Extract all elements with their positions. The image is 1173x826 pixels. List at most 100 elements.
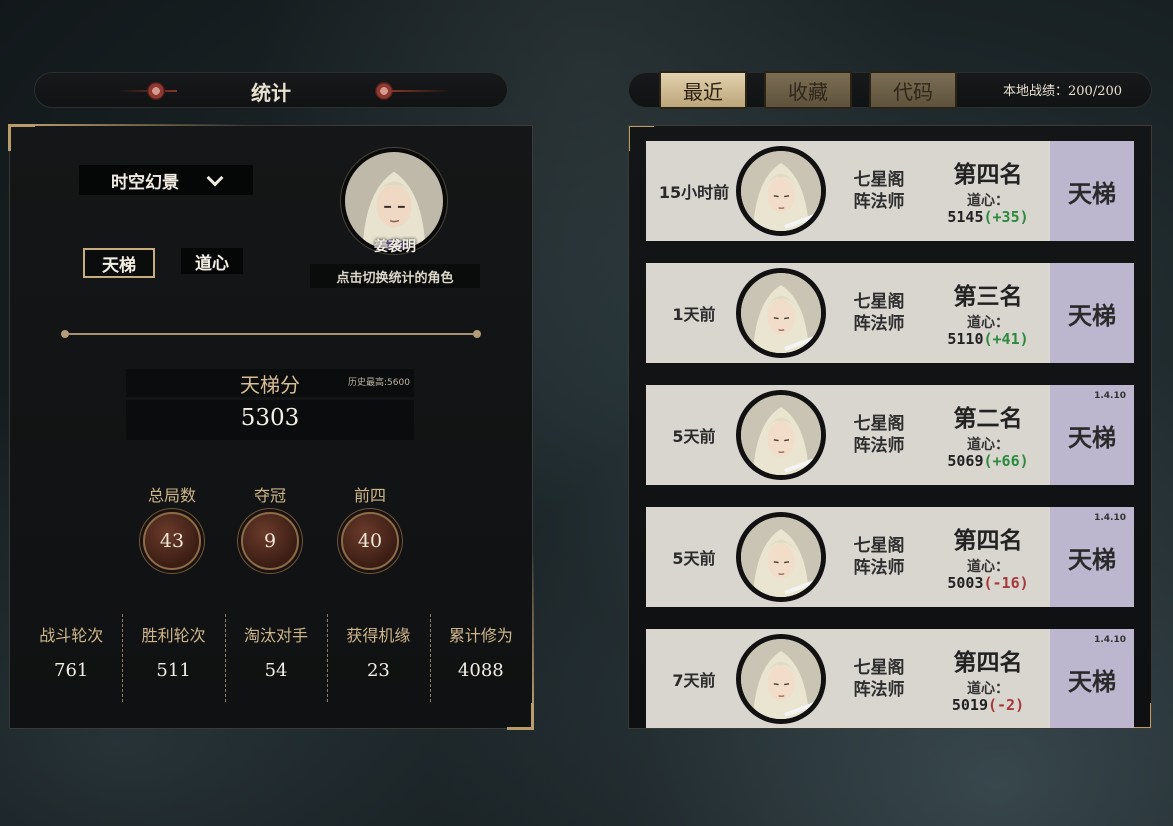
badge-label: 夺冠 <box>253 486 286 505</box>
sect-name: 七星阁 <box>853 292 905 312</box>
match-sect-role: 七星阁 阵法师 <box>844 291 914 335</box>
badge-label: 总局数 <box>147 486 196 505</box>
daoxin-delta: (+41) <box>983 330 1029 348</box>
character-portrait-icon <box>741 273 821 353</box>
mode-dropdown-value: 时空幻景 <box>111 172 179 193</box>
role-name: 阵法师 <box>853 436 905 456</box>
stat-label: 战斗轮次 <box>39 626 104 645</box>
sect-name: 七星阁 <box>853 414 905 434</box>
badge-value: 40 <box>341 512 399 570</box>
match-version: 1.4.10 <box>1094 513 1126 523</box>
total-games-badge: 总局数 43 <box>132 482 212 570</box>
stat-label: 获得机缘 <box>346 626 411 645</box>
role-name: 阵法师 <box>853 558 905 578</box>
match-sect-role: 七星阁 阵法师 <box>844 413 914 457</box>
match-card[interactable]: 15小时前 七星阁 阵法师 第四名 道心： 5145(+35) 天梯 <box>646 141 1134 241</box>
match-rank: 第三名 <box>953 284 1023 310</box>
role-name: 阵法师 <box>853 314 905 334</box>
match-avatar <box>736 634 826 724</box>
match-time: 15小时前 <box>658 183 730 202</box>
summary-stats: 战斗轮次 761 胜利轮次 511 淘汰对手 54 获得机缘 23 累计修为 4… <box>20 614 532 702</box>
match-card[interactable]: 1天前 七星阁 阵法师 第三名 道心： 5110(+41) 天梯 <box>646 263 1134 363</box>
mode-label: 天梯 <box>1068 301 1116 330</box>
divider <box>61 330 481 338</box>
daoxin-delta: (-2) <box>988 696 1025 714</box>
daoxin-value: 5069(+66) <box>938 452 1038 470</box>
daoxin-number: 5019 <box>951 696 988 714</box>
local-record: 本地战绩：200/200 <box>1003 84 1123 99</box>
match-time: 1天前 <box>672 305 716 324</box>
match-rank: 第四名 <box>953 162 1023 188</box>
daoxin-number: 5003 <box>947 574 984 592</box>
tab-recent[interactable]: 最近 <box>659 71 747 109</box>
match-sect-role: 七星阁 阵法师 <box>844 657 914 701</box>
character-portrait-icon <box>741 151 821 231</box>
stat-value: 511 <box>156 660 191 681</box>
stat-label: 胜利轮次 <box>141 626 206 645</box>
match-mode: 天梯 <box>1050 263 1134 363</box>
role-name: 阵法师 <box>853 680 905 700</box>
daoxin-delta: (+35) <box>983 208 1029 226</box>
daoxin-label: 道心： <box>967 193 1009 209</box>
match-version: 1.4.10 <box>1094 635 1126 645</box>
match-rank: 第二名 <box>953 406 1023 432</box>
match-avatar <box>736 512 826 602</box>
role-name: 阵法师 <box>853 192 905 212</box>
daoxin-label: 道心： <box>967 437 1009 453</box>
chevron-down-icon <box>206 169 224 186</box>
daoxin-delta: (-16) <box>983 574 1029 592</box>
ornament-line-right <box>391 90 451 92</box>
stat-win-rounds: 胜利轮次 511 <box>122 614 224 702</box>
historical-best: 历史最高:5600 <box>348 378 410 388</box>
daoxin-value: 5003(-16) <box>938 574 1038 592</box>
mode-label: 天梯 <box>1068 667 1116 696</box>
stat-opportunities: 获得机缘 23 <box>327 614 429 702</box>
match-card[interactable]: 5天前 七星阁 阵法师 第四名 道心： 5003(-16) 天梯 1.4.10 <box>646 507 1134 607</box>
character-name: 姜袭明 <box>374 239 416 255</box>
match-rank: 第四名 <box>953 650 1023 676</box>
gold-trim <box>532 550 534 710</box>
match-card[interactable]: 5天前 七星阁 阵法师 第二名 道心： 5069(+66) 天梯 1.4.10 <box>646 385 1134 485</box>
tab-daoxin[interactable]: 道心 <box>181 248 243 274</box>
match-version: 1.4.10 <box>1094 391 1126 401</box>
gold-trim <box>1151 550 1152 710</box>
daoxin-label: 道心： <box>967 315 1009 331</box>
match-avatar <box>736 390 826 480</box>
match-card[interactable]: 7天前 七星阁 阵法师 第四名 道心： 5019(-2) 天梯 1.4.10 <box>646 629 1134 728</box>
stats-panel: 时空幻景 天梯 道心 姜袭明 点击切换统计的角色 天梯分 历史最高:5600 5… <box>8 124 534 730</box>
match-time: 5天前 <box>672 549 716 568</box>
daoxin-value: 5019(-2) <box>938 696 1038 714</box>
mode-label: 天梯 <box>1068 545 1116 574</box>
stat-value: 4088 <box>457 660 504 681</box>
stat-battle-rounds: 战斗轮次 761 <box>20 614 122 702</box>
daoxin-number: 5110 <box>947 330 984 348</box>
stat-value: 54 <box>264 660 288 681</box>
tab-favorites[interactable]: 收藏 <box>764 71 852 109</box>
corner-ornament <box>8 124 35 151</box>
daoxin-delta: (+66) <box>983 452 1029 470</box>
match-sect-role: 七星阁 阵法师 <box>844 535 914 579</box>
tab-ladder[interactable]: 天梯 <box>83 248 155 278</box>
match-mode: 天梯 <box>1050 141 1134 241</box>
stat-eliminations: 淘汰对手 54 <box>224 614 327 702</box>
daoxin-label: 道心： <box>967 681 1009 697</box>
sect-name: 七星阁 <box>853 170 905 190</box>
match-avatar <box>736 268 826 358</box>
stat-label: 累计修为 <box>448 626 513 645</box>
character-portrait-icon <box>741 395 821 475</box>
sect-name: 七星阁 <box>853 658 905 678</box>
switch-character-hint[interactable]: 点击切换统计的角色 <box>310 264 480 288</box>
daoxin-number: 5069 <box>947 452 984 470</box>
stat-cultivation: 累计修为 4088 <box>429 614 532 702</box>
match-avatar <box>736 146 826 236</box>
mode-dropdown[interactable]: 时空幻景 <box>79 165 253 195</box>
mode-label: 天梯 <box>1068 179 1116 208</box>
badge-value: 9 <box>241 512 299 570</box>
corner-ornament <box>507 703 534 730</box>
badge-label: 前四 <box>353 486 386 505</box>
tab-code[interactable]: 代码 <box>869 71 957 109</box>
match-rank: 第四名 <box>953 528 1023 554</box>
daoxin-value: 5110(+41) <box>938 330 1038 348</box>
match-sect-role: 七星阁 阵法师 <box>844 169 914 213</box>
character-portrait-icon <box>741 639 821 719</box>
